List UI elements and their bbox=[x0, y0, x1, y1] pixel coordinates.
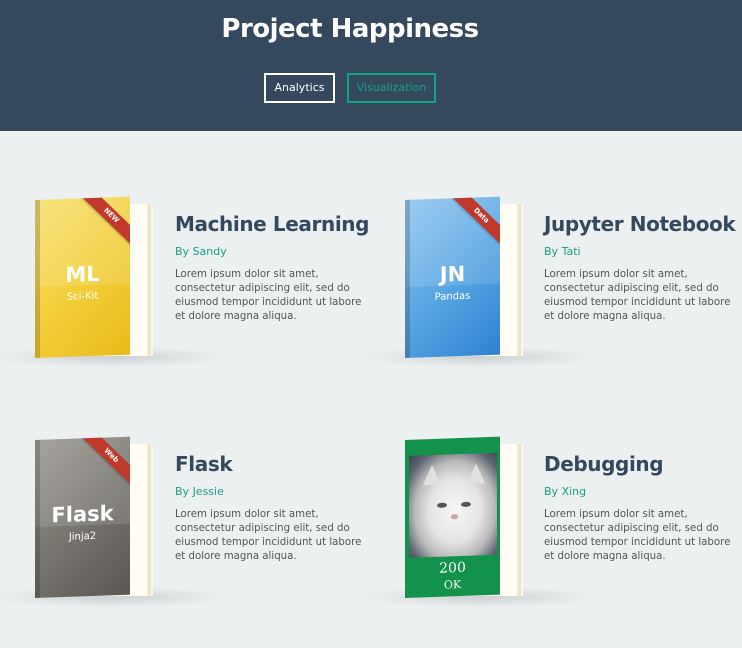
book-info: Flask By Jessie Lorem ipsum dolor sit am… bbox=[175, 452, 365, 564]
book-cover[interactable]: Flask Jinja2 Web bbox=[31, 436, 161, 610]
book-title[interactable]: Machine Learning bbox=[175, 212, 369, 236]
book-description: Lorem ipsum dolor sit amet, consectetur … bbox=[544, 269, 731, 322]
book-title[interactable]: Jupyter Notebook bbox=[544, 212, 736, 236]
book-info: Jupyter Notebook By Tati Lorem ipsum dol… bbox=[544, 212, 736, 324]
book-author: By Sandy bbox=[175, 245, 227, 258]
book-cover[interactable]: ML Sci-Kit NEW bbox=[31, 196, 161, 370]
book-card-flask[interactable]: Flask Jinja2 Web Flask By Jessie Lorem i… bbox=[0, 436, 371, 630]
cover-yellow: ML Sci-Kit NEW bbox=[35, 196, 130, 358]
cover-abbr: ML bbox=[65, 261, 100, 287]
book-cover[interactable]: 200 OK bbox=[401, 436, 531, 610]
book-description: Lorem ipsum dolor sit amet, consectetur … bbox=[544, 509, 731, 562]
author-link[interactable]: Xing bbox=[562, 485, 587, 498]
cover-gray: Flask Jinja2 Web bbox=[35, 436, 130, 598]
book-author: By Xing bbox=[544, 485, 587, 498]
book-info: Machine Learning By Sandy Lorem ipsum do… bbox=[175, 212, 369, 324]
book-card-jupyter-notebook[interactable]: JN Pandas Data Jupyter Notebook By Tati … bbox=[359, 196, 740, 390]
cover-sub: Sci-Kit bbox=[66, 290, 99, 303]
cover-blue: JN Pandas Data bbox=[405, 196, 500, 358]
cat-photo bbox=[409, 452, 497, 558]
book-author: By Jessie bbox=[175, 485, 224, 498]
book-title[interactable]: Flask bbox=[175, 452, 365, 476]
book-description: Lorem ipsum dolor sit amet, consectetur … bbox=[175, 269, 362, 322]
cat-eye-right bbox=[461, 501, 471, 508]
author-link[interactable]: Sandy bbox=[193, 245, 227, 258]
cover-abbr: JN bbox=[439, 261, 466, 287]
book-cover[interactable]: JN Pandas Data bbox=[401, 196, 531, 370]
book-title[interactable]: Debugging bbox=[544, 452, 734, 476]
book-info: Debugging By Xing Lorem ipsum dolor sit … bbox=[544, 452, 734, 564]
author-link[interactable]: Jessie bbox=[193, 485, 224, 498]
header: Project Happiness Analytics Visualizatio… bbox=[0, 0, 742, 131]
analytics-button[interactable]: Analytics bbox=[264, 73, 335, 103]
cat-ear-left bbox=[423, 464, 441, 486]
book-description: Lorem ipsum dolor sit amet, consectetur … bbox=[175, 509, 362, 562]
cover-abbr: Flask bbox=[51, 501, 114, 528]
status-code: 200 bbox=[439, 559, 466, 577]
cover-sub: Jinja2 bbox=[68, 530, 97, 543]
book-card-debugging[interactable]: 200 OK Debugging By Xing Lorem ipsum dol… bbox=[359, 436, 740, 630]
page-title: Project Happiness bbox=[221, 14, 479, 44]
cover-green: 200 OK bbox=[405, 436, 500, 598]
book-author: By Tati bbox=[544, 245, 581, 258]
author-link[interactable]: Tati bbox=[562, 245, 581, 258]
cat-ear-right bbox=[467, 463, 485, 484]
visualization-button[interactable]: Visualization bbox=[347, 73, 436, 103]
status-text: OK bbox=[443, 578, 462, 592]
cover-sub: Pandas bbox=[434, 290, 471, 303]
cat-eye-left bbox=[437, 502, 447, 508]
book-card-machine-learning[interactable]: ML Sci-Kit NEW Machine Learning By Sandy… bbox=[0, 196, 371, 390]
cat-nose bbox=[451, 514, 458, 520]
